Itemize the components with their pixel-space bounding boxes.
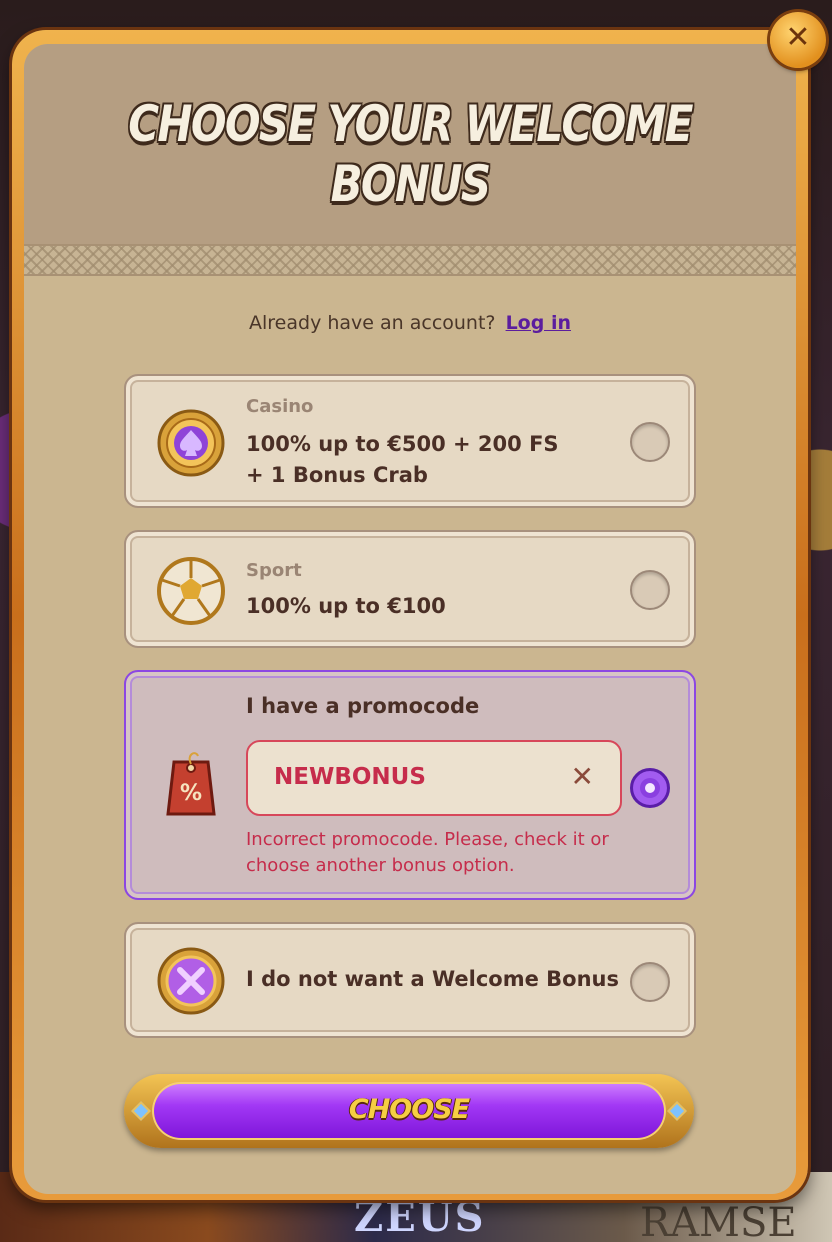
clear-input-icon[interactable]: ✕ [571,760,594,793]
choose-button[interactable]: CHOOSE [124,1074,694,1148]
modal-title-line: bonus [330,155,492,213]
bonus-option-radio[interactable] [630,962,670,1002]
modal-header: Choose your welcome bonus [24,44,796,276]
bonus-option-description: 100% up to €100 [246,594,446,618]
bonus-option-none[interactable]: I do not want a Welcome Bonus [124,922,696,1038]
welcome-bonus-modal: Choose your welcome bonus Already have a… [24,44,796,1194]
bonus-option-casino[interactable]: Casino 100% up to €500 + 200 FS + 1 Bonu… [124,374,696,508]
casino-spade-coin-icon [157,409,225,477]
bonus-option-description: 100% up to €500 + 200 FS + 1 Bonus Crab [246,429,559,491]
bonus-description-line: + 1 Bonus Crab [246,463,428,487]
bonus-description-line: 100% up to €500 + 200 FS [246,432,559,456]
close-icon: ✕ [785,20,811,55]
modal-title-line: Choose your welcome [128,95,693,153]
gem-decoration-icon [667,1101,687,1121]
background-game-title: ZEUS [354,1194,486,1241]
bonus-option-category: Sport [246,560,302,581]
svg-text:%: % [180,781,202,806]
account-prompt-text: Already have an account? [249,312,496,334]
account-prompt: Already have an account? Log in [24,312,796,334]
promocode-error-message: Incorrect promocode. Please, check it or… [246,829,609,876]
bonus-option-promocode[interactable]: % I have a promocode NEWBONUS ✕ Incorrec… [124,670,696,900]
bonus-option-radio[interactable] [630,570,670,610]
choose-button-face: CHOOSE [152,1082,666,1140]
promocode-input[interactable]: NEWBONUS ✕ [246,740,622,816]
bonus-option-radio[interactable] [630,768,670,808]
bonus-option-category: I have a promocode [246,694,480,718]
decorative-pattern-strip [24,244,796,276]
gem-decoration-icon [131,1101,151,1121]
soccer-ball-icon [157,557,225,625]
bonus-option-description: I do not want a Welcome Bonus [246,967,619,991]
bonus-option-sport[interactable]: Sport 100% up to €100 [124,530,696,648]
bonus-option-radio[interactable] [630,422,670,462]
no-bonus-x-coin-icon [157,947,225,1015]
choose-button-label: CHOOSE [348,1094,470,1125]
login-link[interactable]: Log in [506,312,571,334]
modal-title: Choose your welcome bonus [86,94,734,214]
percent-tag-icon: % [166,752,216,816]
close-button[interactable]: ✕ [770,12,826,68]
bonus-option-category: Casino [246,396,314,417]
promocode-input-value: NEWBONUS [274,764,426,790]
background-game-title: RAMSE [640,1200,797,1242]
